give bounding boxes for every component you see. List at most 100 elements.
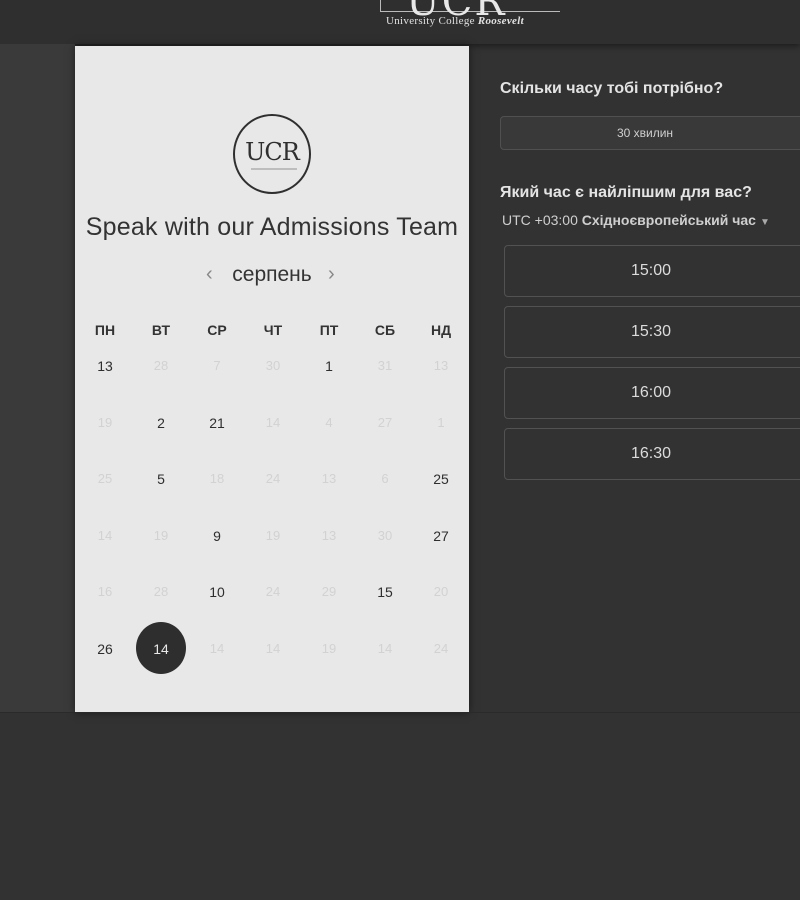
calendar-day-number: 2 <box>157 414 165 431</box>
calendar-day[interactable]: 26 <box>77 629 133 669</box>
weekday-label: ПТ <box>319 322 339 338</box>
calendar-day: 28 <box>133 572 189 612</box>
scheduler-card: UCR Speak with our Admissions Team серпе… <box>75 46 469 712</box>
time-slot-button[interactable]: 16:30 <box>504 428 800 480</box>
calendar-day: 20 <box>413 572 469 612</box>
calendar-day-number: 18 <box>209 471 225 486</box>
calendar-day: 24 <box>245 459 301 499</box>
calendar-day-number: 25 <box>433 471 449 487</box>
calendar-day-number: 13 <box>97 358 113 374</box>
calendar-day-number: 19 <box>265 527 281 543</box>
calendar-day: 13 <box>301 459 357 499</box>
calendar-day-number: 27 <box>433 527 449 544</box>
calendar-day: 4 <box>301 403 357 443</box>
calendar-day: 31 <box>357 346 413 386</box>
calendar-day-selected[interactable]: 14 <box>133 621 189 674</box>
calendar-day[interactable]: 5 <box>133 459 189 499</box>
calendar-day: 30 <box>357 516 413 556</box>
duration-question: Скільки часу тобі потрібно? <box>500 80 724 97</box>
calendar-day: 7 <box>189 346 245 386</box>
weekday-label: ЧТ <box>263 322 283 338</box>
ucr-logo[interactable]: UCR University College Roosevelt <box>376 0 566 32</box>
time-slot-button[interactable]: 15:30 <box>504 306 800 358</box>
calendar-day: 14 <box>77 516 133 556</box>
divider <box>0 712 800 713</box>
calendar-day-number: 30 <box>265 358 281 373</box>
timezone-selector[interactable]: UTC +03:00 Східноєвропейський час ▼ <box>502 212 770 228</box>
calendar-day: 29 <box>301 572 357 612</box>
calendar-day-number: 14 <box>265 640 281 656</box>
calendar-day-number: 26 <box>97 640 113 657</box>
calendar-day: 19 <box>77 403 133 443</box>
duration-select[interactable]: 30 хвилин <box>500 116 800 150</box>
weekday-label: СР <box>207 322 227 338</box>
calendar-day: 13 <box>413 346 469 386</box>
calendar-day-number: 24 <box>265 584 281 599</box>
page-title: Speak with our Admissions Team <box>85 213 459 241</box>
calendar-day-number: 31 <box>377 358 393 373</box>
calendar-day: 19 <box>133 516 189 556</box>
calendar-day: 18 <box>189 459 245 499</box>
calendar-day-number: 14 <box>97 527 113 543</box>
calendar-day[interactable]: 21 <box>189 403 245 443</box>
calendar-day-number: 14 <box>153 640 169 657</box>
calendar-day-number: 15 <box>377 584 393 600</box>
calendar-day-number: 9 <box>213 527 221 544</box>
calendar-day: 25 <box>77 459 133 499</box>
calendar-day[interactable]: 13 <box>77 346 133 386</box>
time-slot-button[interactable]: 15:00 <box>504 245 800 297</box>
calendar-day-number: 28 <box>153 584 169 599</box>
calendar-day[interactable]: 25 <box>413 459 469 499</box>
calendar-day: 28 <box>133 346 189 386</box>
calendar-day-number: 13 <box>433 358 449 373</box>
calendar-day[interactable]: 10 <box>189 572 245 612</box>
calendar-day-number: 10 <box>209 584 225 600</box>
calendar-day-number: 14 <box>377 640 393 656</box>
left-backdrop <box>0 44 75 712</box>
weekday-label: ПН <box>94 322 116 338</box>
weekday-label: НД <box>430 322 452 338</box>
calendar-day[interactable]: 27 <box>413 516 469 556</box>
calendar-day-number: 6 <box>381 471 389 486</box>
calendar-day-number: 5 <box>157 471 165 487</box>
calendar-day-number: 30 <box>377 527 393 543</box>
calendar-day-number: 25 <box>97 471 113 486</box>
calendar-day: 14 <box>245 629 301 669</box>
calendar-day[interactable]: 9 <box>189 516 245 556</box>
calendar-day[interactable]: 2 <box>133 403 189 443</box>
circle-logo-underline <box>251 168 297 170</box>
timezone-name: Східноєвропейський час <box>581 212 756 228</box>
caret-down-icon: ▼ <box>759 217 770 228</box>
calendar-day: 14 <box>189 629 245 669</box>
top-header: UCR University College Roosevelt <box>0 0 800 44</box>
chevron-left-icon[interactable]: ‹ <box>206 262 213 286</box>
calendar-day-number: 29 <box>321 584 337 599</box>
calendar-day-number: 19 <box>97 414 113 430</box>
weekday-header: ПН ВТ СР ЧТ ПТ СБ НД <box>77 322 469 342</box>
calendar-day[interactable]: 1 <box>301 346 357 386</box>
calendar-day: 14 <box>357 629 413 669</box>
calendar-day-number: 28 <box>153 358 169 373</box>
calendar-day-number: 13 <box>321 471 337 486</box>
calendar-day: 1 <box>413 403 469 443</box>
weekday-label: ВТ <box>151 322 171 338</box>
calendar-day: 24 <box>413 629 469 669</box>
calendar-day-number: 21 <box>209 414 225 431</box>
ucr-circle-logo: UCR <box>233 114 311 194</box>
calendar-day[interactable]: 15 <box>357 572 413 612</box>
weekday-label: СБ <box>374 322 396 338</box>
calendar-day-number: 1 <box>325 358 333 374</box>
calendar-day: 13 <box>301 516 357 556</box>
time-slot-button[interactable]: 16:00 <box>504 367 800 419</box>
calendar-day-number: 4 <box>325 414 333 430</box>
calendar-day: 24 <box>245 572 301 612</box>
calendar-day: 6 <box>357 459 413 499</box>
calendar-day: 14 <box>245 403 301 443</box>
calendar-day-number: 20 <box>433 584 449 599</box>
calendar-day: 27 <box>357 403 413 443</box>
chevron-right-icon[interactable]: › <box>328 262 335 286</box>
calendar-day-number: 27 <box>377 414 393 430</box>
calendar-day-number: 14 <box>209 640 225 656</box>
calendar-grid: 13 28 7 30 1 31 13 19 2 21 14 4 27 1 25 5 18 24 13 6 25 14 19 9… <box>77 346 469 686</box>
calendar-day-number: 24 <box>265 471 281 486</box>
